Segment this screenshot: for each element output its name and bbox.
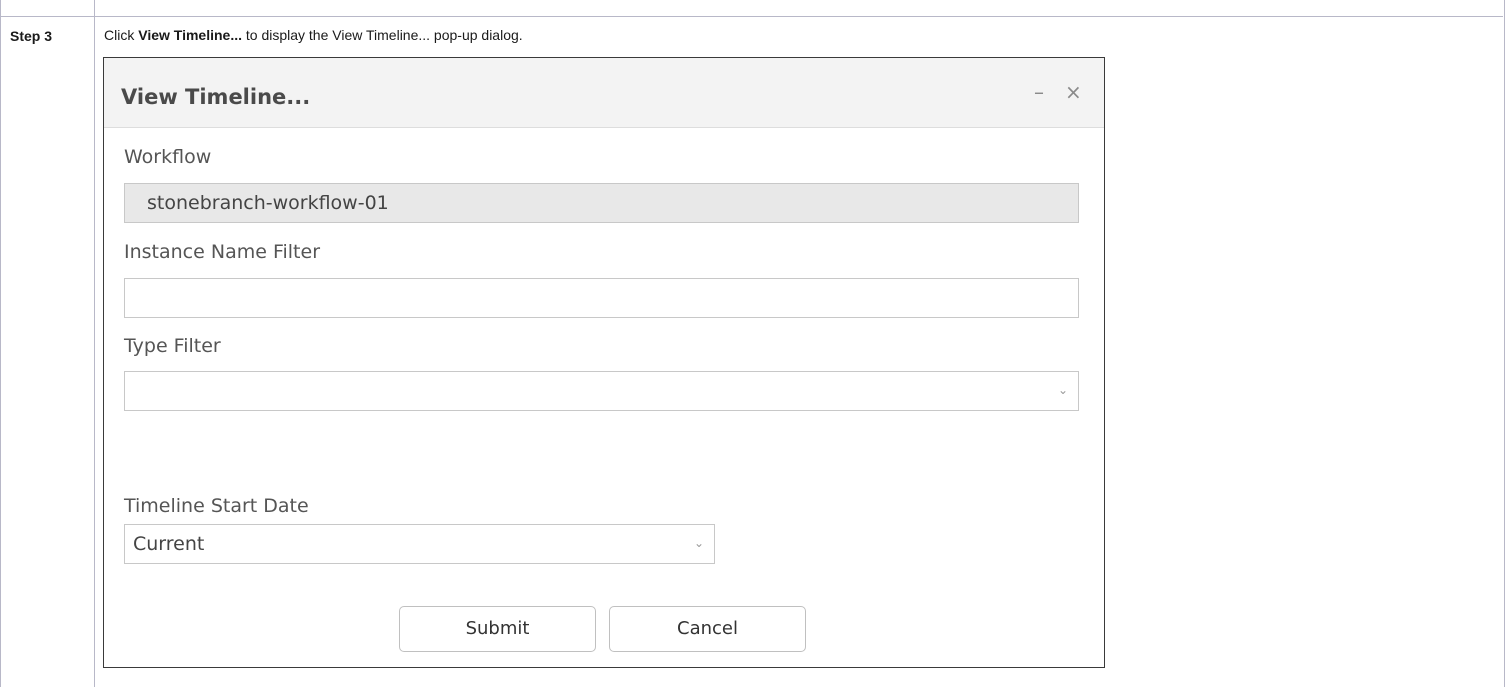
instance-name-filter-input[interactable] [124,278,1079,318]
timeline-start-date-value: Current [133,533,205,555]
table-column-stub [94,0,95,16]
workflow-field: stonebranch-workflow-01 [124,183,1079,223]
timeline-start-date-label: Timeline Start Date [124,495,309,517]
view-timeline-dialog: View Timeline... – × Workflow stonebranc… [103,57,1105,668]
dialog-title: View Timeline... [121,85,311,109]
cancel-button[interactable]: Cancel [609,606,806,652]
chevron-down-icon: ⌄ [693,536,704,550]
minimize-icon[interactable]: – [1034,80,1044,104]
step-label: Step 3 [10,28,53,44]
submit-button[interactable]: Submit [399,606,596,652]
instruction-suffix: to display the View Timeline... pop-up d… [241,27,523,43]
instruction-bold: View Timeline... [138,27,242,43]
instruction-text: Click View Timeline... to display the Vi… [104,26,523,44]
timeline-start-date-select[interactable]: Current ⌄ [124,524,715,564]
type-filter-select[interactable]: ⌄ [124,371,1079,411]
table-top-border [0,16,1503,17]
table-column-divider [94,17,95,687]
dialog-titlebar[interactable]: View Timeline... – × [104,58,1104,128]
chevron-down-icon: ⌄ [1057,383,1068,397]
close-icon[interactable]: × [1065,80,1082,104]
type-filter-label: Type Filter [124,335,221,357]
instance-name-filter-label: Instance Name Filter [124,241,321,263]
instruction-prefix: Click [104,27,139,43]
workflow-label: Workflow [124,146,212,168]
